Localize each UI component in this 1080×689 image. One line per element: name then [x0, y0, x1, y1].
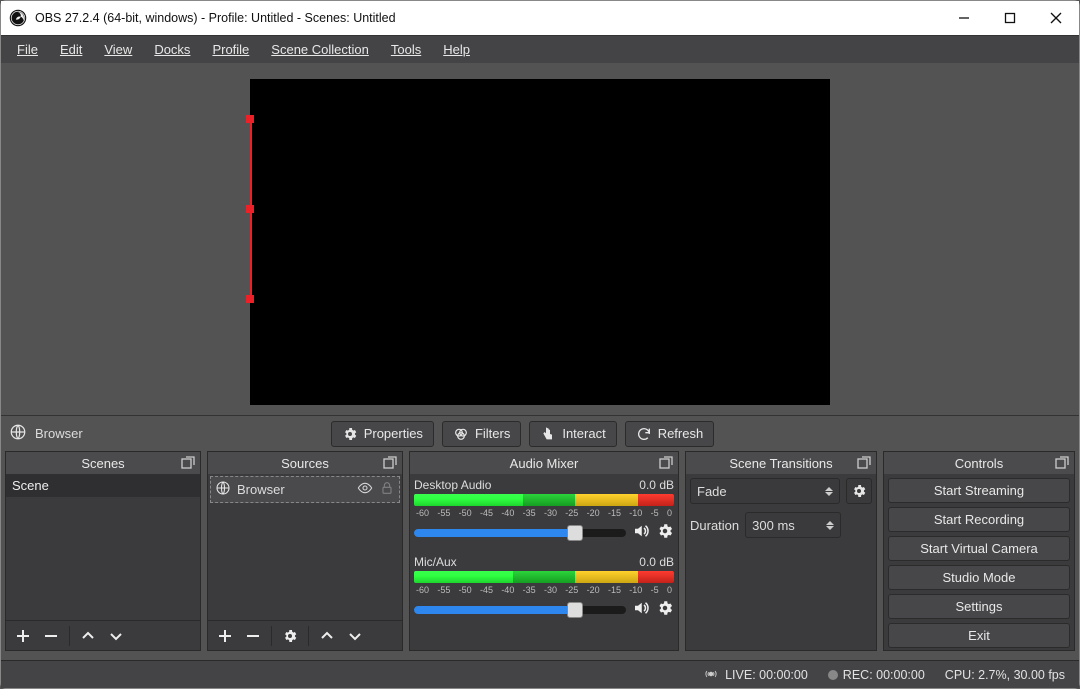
- sources-dock: Sources Browser: [207, 451, 403, 651]
- mixer-channel-name: Desktop Audio: [414, 478, 491, 492]
- audio-mixer-dock: Audio Mixer Desktop Audio 0.0 dB -60-55-…: [409, 451, 679, 651]
- menu-edit[interactable]: Edit: [50, 39, 92, 60]
- settings-button[interactable]: Settings: [888, 594, 1070, 619]
- popout-icon[interactable]: [1054, 455, 1070, 471]
- source-down-button[interactable]: [342, 623, 368, 649]
- scenes-dock: Scenes Scene: [5, 451, 201, 651]
- sources-title: Sources: [281, 456, 329, 471]
- maximize-button[interactable]: [987, 1, 1033, 35]
- menu-docks[interactable]: Docks: [144, 39, 200, 60]
- menu-help[interactable]: Help: [433, 39, 480, 60]
- preview-canvas[interactable]: [250, 79, 830, 405]
- transition-select[interactable]: Fade: [690, 478, 840, 504]
- close-button[interactable]: [1033, 1, 1079, 35]
- duration-spinner[interactable]: 300 ms: [745, 512, 841, 538]
- speaker-icon[interactable]: [632, 599, 650, 620]
- source-up-button[interactable]: [314, 623, 340, 649]
- studio-mode-button[interactable]: Studio Mode: [888, 565, 1070, 590]
- mixer-ticks: -60-55-50-45-40-35-30-25-20-15-10-50: [414, 508, 674, 518]
- interact-button[interactable]: Interact: [529, 421, 616, 447]
- mixer-meter: [414, 494, 674, 506]
- menu-file[interactable]: File: [7, 39, 48, 60]
- preview-area[interactable]: [1, 63, 1079, 415]
- mixer-channel-name: Mic/Aux: [414, 555, 457, 569]
- spinner-icon[interactable]: [826, 521, 834, 530]
- controls-title: Controls: [955, 456, 1003, 471]
- status-cpu: CPU: 2.7%, 30.00 fps: [945, 668, 1065, 682]
- mixer-channel-db: 0.0 dB: [639, 555, 674, 569]
- context-source-name: Browser: [35, 426, 83, 441]
- eye-icon[interactable]: [357, 480, 373, 499]
- gear-icon[interactable]: [656, 522, 674, 543]
- duration-label: Duration: [690, 518, 739, 533]
- popout-icon[interactable]: [180, 455, 196, 471]
- scene-down-button[interactable]: [103, 623, 129, 649]
- menu-profile[interactable]: Profile: [202, 39, 259, 60]
- selection-edge: [250, 115, 252, 299]
- source-label: Browser: [237, 482, 351, 497]
- docks-row: Scenes Scene Sources Browser: [1, 451, 1079, 651]
- volume-slider[interactable]: [414, 606, 626, 614]
- speaker-icon[interactable]: [632, 522, 650, 543]
- source-settings-button[interactable]: [277, 623, 303, 649]
- status-rec: REC: 00:00:00: [828, 668, 925, 682]
- start-recording-button[interactable]: Start Recording: [888, 507, 1070, 532]
- menu-view[interactable]: View: [94, 39, 142, 60]
- scenes-title: Scenes: [81, 456, 124, 471]
- start-streaming-button[interactable]: Start Streaming: [888, 478, 1070, 503]
- controls-dock: Controls Start Streaming Start Recording…: [883, 451, 1075, 651]
- menu-tools[interactable]: Tools: [381, 39, 431, 60]
- transitions-title: Scene Transitions: [729, 456, 832, 471]
- volume-slider[interactable]: [414, 529, 626, 537]
- popout-icon[interactable]: [658, 455, 674, 471]
- minimize-button[interactable]: [941, 1, 987, 35]
- filters-button[interactable]: Filters: [442, 421, 521, 447]
- mixer-meter: [414, 571, 674, 583]
- window-title: OBS 27.2.4 (64-bit, windows) - Profile: …: [35, 11, 396, 25]
- popout-icon[interactable]: [856, 455, 872, 471]
- source-context-toolbar: Browser Properties Filters Interact Refr…: [1, 415, 1079, 451]
- remove-source-button[interactable]: [240, 623, 266, 649]
- transition-settings-button[interactable]: [846, 478, 872, 504]
- properties-button[interactable]: Properties: [331, 421, 434, 447]
- transitions-dock: Scene Transitions Fade Duration 300 ms: [685, 451, 877, 651]
- status-live: LIVE: 00:00:00: [704, 667, 808, 682]
- add-scene-button[interactable]: [10, 623, 36, 649]
- refresh-button[interactable]: Refresh: [625, 421, 715, 447]
- globe-icon: [9, 423, 27, 444]
- mixer-channel-db: 0.0 dB: [639, 478, 674, 492]
- window-titlebar: OBS 27.2.4 (64-bit, windows) - Profile: …: [1, 1, 1079, 35]
- lock-icon[interactable]: [379, 480, 395, 499]
- popout-icon[interactable]: [382, 455, 398, 471]
- gear-icon[interactable]: [656, 599, 674, 620]
- menu-bar: File Edit View Docks Profile Scene Colle…: [1, 35, 1079, 63]
- exit-button[interactable]: Exit: [888, 623, 1070, 648]
- status-bar: LIVE: 00:00:00 REC: 00:00:00 CPU: 2.7%, …: [1, 660, 1079, 688]
- mixer-ticks: -60-55-50-45-40-35-30-25-20-15-10-50: [414, 585, 674, 595]
- start-virtual-camera-button[interactable]: Start Virtual Camera: [888, 536, 1070, 561]
- menu-scene-collection[interactable]: Scene Collection: [261, 39, 379, 60]
- mixer-title: Audio Mixer: [510, 456, 579, 471]
- scene-item[interactable]: Scene: [6, 474, 200, 497]
- source-item[interactable]: Browser: [210, 476, 400, 503]
- record-dot-icon: [828, 670, 838, 680]
- mixer-channel: Desktop Audio 0.0 dB -60-55-50-45-40-35-…: [414, 478, 674, 543]
- chevron-updown-icon: [825, 487, 833, 496]
- add-source-button[interactable]: [212, 623, 238, 649]
- scene-up-button[interactable]: [75, 623, 101, 649]
- mixer-channel: Mic/Aux 0.0 dB -60-55-50-45-40-35-30-25-…: [414, 555, 674, 620]
- globe-icon: [215, 480, 231, 499]
- obs-logo-icon: [9, 9, 27, 27]
- remove-scene-button[interactable]: [38, 623, 64, 649]
